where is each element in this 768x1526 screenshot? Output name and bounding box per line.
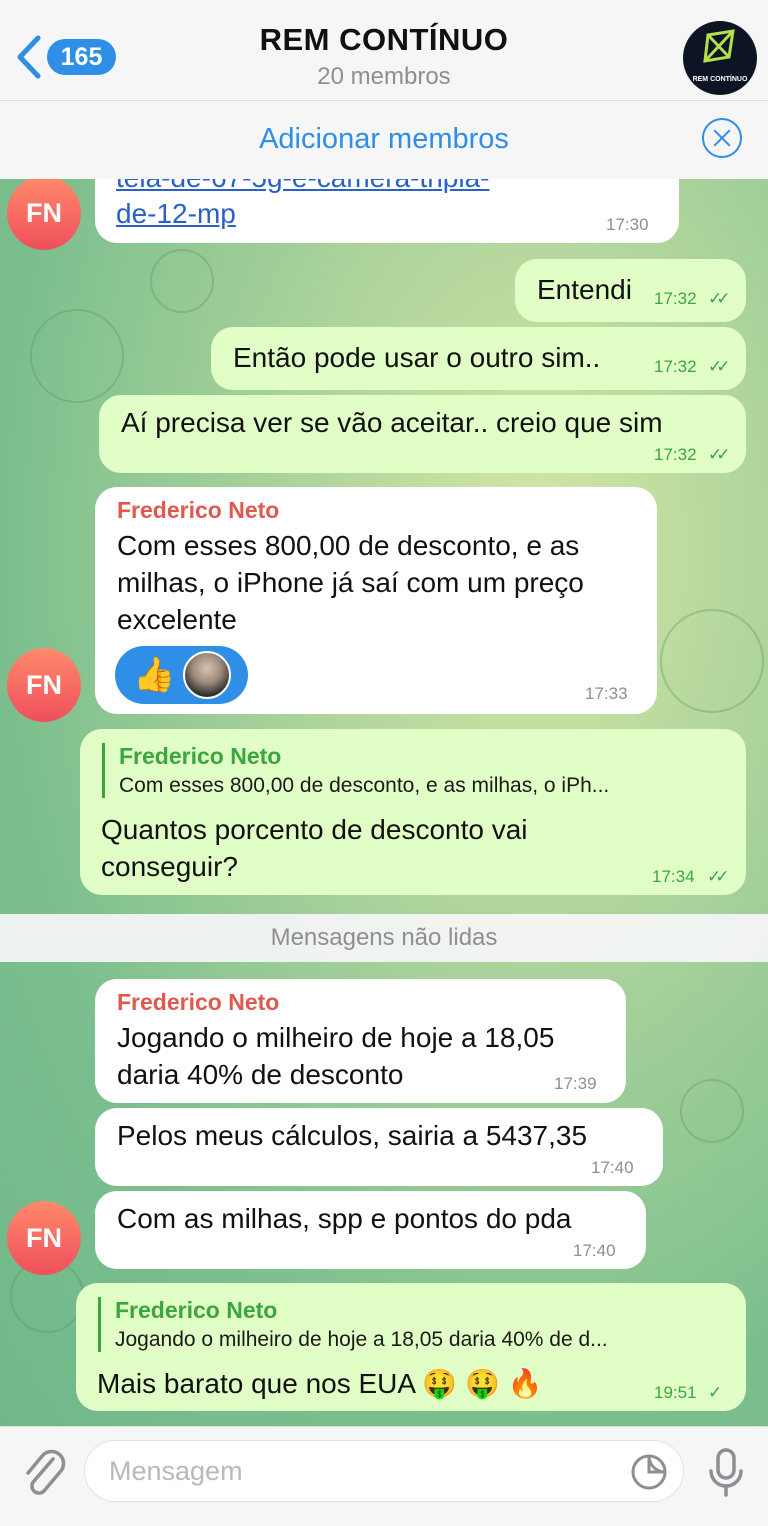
message-time: 17:34 [652, 867, 695, 886]
read-checkmarks-icon: ✓✓ [708, 289, 730, 308]
group-avatar[interactable]: REM CONTÍNUO [683, 21, 757, 95]
chat-header: 165 REM CONTÍNUO 20 membros REM CONTÍNUO [0, 0, 768, 100]
message-text: Entendi [537, 274, 632, 305]
sender-name[interactable]: Frederico Neto [117, 497, 279, 524]
reply-author: Frederico Neto [119, 743, 282, 769]
message-bubble-outgoing[interactable]: Frederico Neto Com esses 800,00 de desco… [80, 729, 746, 895]
message-input[interactable] [84, 1440, 684, 1502]
close-circle-icon[interactable] [702, 118, 742, 158]
sender-avatar[interactable]: FN [7, 179, 81, 250]
chat-area[interactable]: tela-de-67-5g-e-camera-tripla- de-12-mp … [0, 179, 768, 1426]
message-link[interactable]: tela-de-67-5g-e-camera-tripla- [116, 179, 489, 196]
attach-paperclip-icon[interactable] [20, 1445, 66, 1501]
message-bubble-outgoing[interactable]: Frederico Neto Jogando o milheiro de hoj… [76, 1283, 746, 1411]
message-time: 17:40 [573, 1241, 616, 1260]
message-bubble-incoming[interactable]: Pelos meus cálculos, sairia a 5437,35 17… [95, 1108, 663, 1186]
reply-quote[interactable]: Frederico Neto Com esses 800,00 de desco… [102, 743, 609, 798]
read-checkmarks-icon: ✓✓ [708, 445, 730, 464]
message-bubble-incoming[interactable]: Com as milhas, spp e pontos do pda 17:40 [95, 1191, 646, 1269]
reaction-pill[interactable]: 👍 [115, 646, 248, 704]
sender-name[interactable]: Frederico Neto [117, 989, 279, 1016]
group-logo-text: REM CONTÍNUO [692, 76, 748, 83]
message-text: Aí precisa ver se vão aceitar.. creio qu… [121, 407, 663, 438]
message-text: excelente [117, 604, 237, 635]
reply-quote[interactable]: Frederico Neto Jogando o milheiro de hoj… [98, 1297, 608, 1352]
message-bubble-outgoing[interactable]: Aí precisa ver se vão aceitar.. creio qu… [99, 395, 746, 473]
message-text: daria 40% de desconto [117, 1059, 404, 1090]
message-time: 17:33 [585, 684, 628, 703]
message-text: Com as milhas, spp e pontos do pda [117, 1203, 572, 1234]
message-bubble-incoming[interactable]: Frederico Neto Jogando o milheiro de hoj… [95, 979, 626, 1103]
message-time: 17:39 [554, 1074, 597, 1093]
message-time: 17:32 [654, 357, 697, 376]
composer-bar [0, 1426, 768, 1526]
read-checkmarks-icon: ✓✓ [707, 867, 729, 886]
message-text: Pelos meus cálculos, sairia a 5437,35 [117, 1120, 588, 1151]
message-bubble-outgoing[interactable]: Então pode usar o outro sim.. 17:32 ✓✓ [211, 327, 746, 390]
message-text: milhas, o iPhone já saí com um preço [117, 567, 584, 598]
group-logo-icon [703, 29, 735, 63]
message-bubble-outgoing[interactable]: Entendi 17:32 ✓✓ [515, 259, 746, 322]
delivered-checkmark-icon: ✓ [708, 1383, 722, 1402]
add-members-bar: Adicionar membros [0, 100, 768, 180]
wallpaper-doodle [680, 1079, 744, 1143]
reply-author: Frederico Neto [115, 1297, 278, 1323]
message-text: conseguir? [101, 851, 238, 882]
reactor-avatar [183, 651, 231, 699]
sender-avatar[interactable]: FN [7, 648, 81, 722]
message-text: Mais barato que nos EUA 🤑 🤑 🔥 [97, 1368, 543, 1399]
message-text: Jogando o milheiro de hoje a 18,05 [117, 1022, 555, 1053]
member-count: 20 membros [317, 63, 451, 90]
wallpaper-doodle [660, 609, 764, 713]
message-text: Quantos porcento de desconto vai [101, 814, 528, 845]
thumbs-up-icon: 👍 [133, 656, 176, 694]
chat-title[interactable]: REM CONTÍNUO [0, 22, 768, 58]
message-time: 17:40 [591, 1158, 634, 1177]
unread-messages-divider: Mensagens não lidas [0, 914, 768, 962]
message-time: 17:32 [654, 289, 697, 308]
reply-snippet: Com esses 800,00 de desconto, e as milha… [119, 774, 610, 797]
read-checkmarks-icon: ✓✓ [708, 357, 730, 376]
add-members-button[interactable]: Adicionar membros [0, 123, 768, 156]
sticker-icon[interactable] [630, 1453, 668, 1491]
wallpaper-doodle [30, 309, 124, 403]
message-bubble-incoming[interactable]: tela-de-67-5g-e-camera-tripla- de-12-mp … [95, 179, 679, 243]
sender-avatar[interactable]: FN [7, 1201, 81, 1275]
reply-snippet: Jogando o milheiro de hoje a 18,05 daria… [115, 1328, 608, 1351]
message-text: Então pode usar o outro sim.. [233, 342, 601, 373]
message-time: 17:32 [654, 445, 697, 464]
microphone-icon[interactable] [704, 1447, 748, 1499]
message-time: 17:30 [606, 215, 649, 234]
message-text: Com esses 800,00 de desconto, e as [117, 530, 580, 561]
message-link[interactable]: de-12-mp [116, 196, 236, 232]
wallpaper-doodle [150, 249, 214, 313]
message-time: 19:51 [654, 1383, 697, 1402]
